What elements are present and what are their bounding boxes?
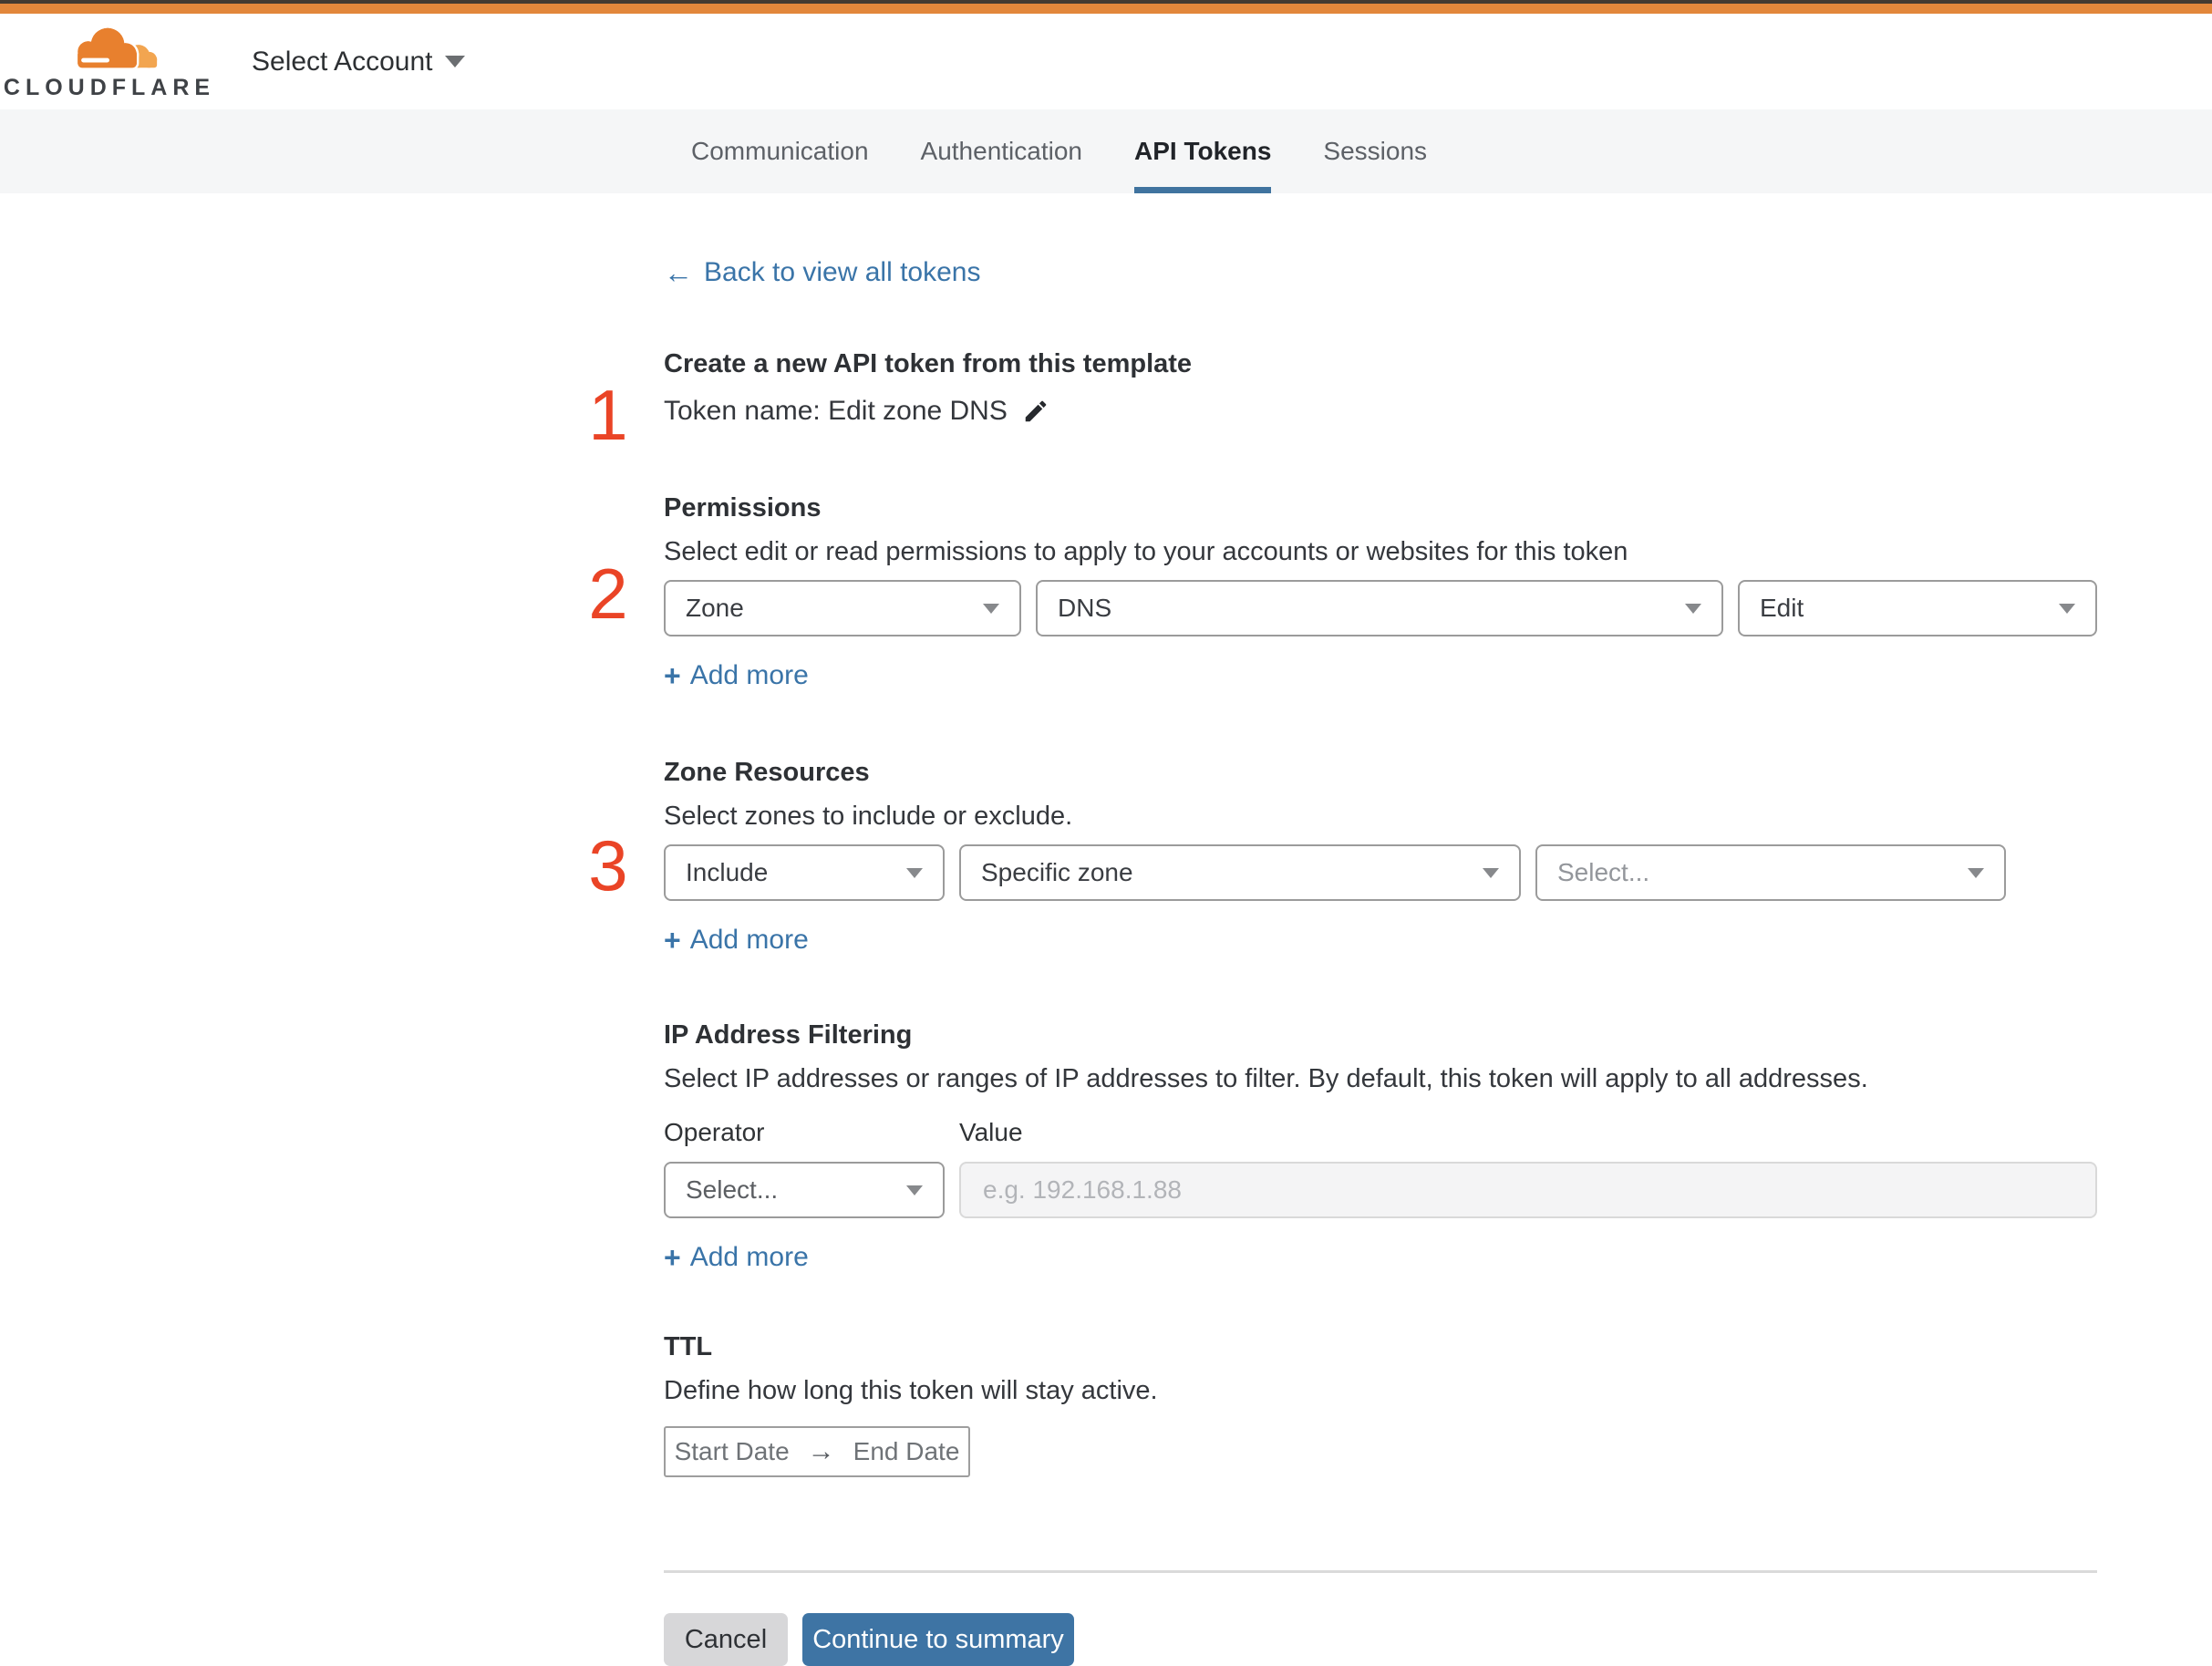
tab-bar: Communication Authentication API Tokens … — [0, 109, 2212, 193]
ttl-section: TTL Define how long this token will stay… — [664, 1331, 2097, 1477]
chevron-down-icon — [906, 1185, 923, 1195]
add-more-permission-button[interactable]: + Add more — [664, 660, 809, 691]
edit-pencil-icon[interactable] — [1022, 398, 1049, 425]
step-number-2: 2 — [588, 554, 628, 634]
account-selector[interactable]: Select Account — [252, 46, 466, 78]
token-name-section: 1 Create a new API token from this templ… — [588, 348, 2097, 450]
permissions-section: 2 Permissions Select edit or read permis… — [588, 492, 2097, 691]
ip-filtering-description: Select IP addresses or ranges of IP addr… — [664, 1064, 1868, 1093]
top-accent-bar — [0, 0, 2212, 14]
chevron-down-icon — [1968, 867, 1984, 878]
tab-api-tokens[interactable]: API Tokens — [1134, 109, 1272, 193]
chevron-down-icon — [983, 603, 999, 614]
back-arrow-icon: ← — [664, 256, 693, 289]
permission-scope-select[interactable]: Zone — [664, 580, 1021, 636]
zone-value-select[interactable]: Select... — [1535, 844, 2006, 901]
account-selector-label: Select Account — [252, 46, 433, 77]
start-date-label: Start Date — [674, 1437, 790, 1465]
ttl-description: Define how long this token will stay act… — [664, 1376, 1158, 1405]
back-link-label: Back to view all tokens — [704, 257, 981, 287]
plus-icon: + — [664, 1241, 681, 1274]
include-exclude-select[interactable]: Include — [664, 844, 945, 901]
step-number-3: 3 — [588, 825, 628, 905]
page-title: Create a new API token from this templat… — [664, 349, 1193, 378]
date-range-picker[interactable]: Start Date → End Date — [664, 1426, 970, 1477]
operator-label: Operator — [664, 1118, 765, 1146]
end-date-label: End Date — [853, 1437, 960, 1465]
chevron-down-icon — [2059, 603, 2075, 614]
add-more-ip-button[interactable]: + Add more — [664, 1242, 809, 1273]
plus-icon: + — [664, 924, 681, 957]
chevron-down-icon — [1483, 867, 1499, 878]
ip-value-input[interactable] — [959, 1162, 2097, 1218]
permission-level-select[interactable]: Edit — [1738, 580, 2097, 636]
chevron-down-icon — [1685, 603, 1701, 614]
tab-authentication[interactable]: Authentication — [921, 109, 1082, 193]
zone-resources-section: 3 Zone Resources Select zones to include… — [588, 757, 2097, 956]
footer-actions: Cancel Continue to summary — [664, 1613, 2097, 1666]
operator-select[interactable]: Select... — [664, 1162, 945, 1218]
step-number-1: 1 — [588, 375, 628, 455]
cloudflare-logo[interactable]: CLOUDFLARE — [4, 23, 210, 101]
cancel-button[interactable]: Cancel — [664, 1613, 788, 1666]
arrow-right-icon: → — [807, 1436, 835, 1466]
ttl-title: TTL — [664, 1332, 713, 1361]
tab-communication[interactable]: Communication — [691, 109, 869, 193]
logo-wordmark: CLOUDFLARE — [3, 74, 216, 100]
plus-icon: + — [664, 659, 681, 692]
ip-filtering-section: IP Address Filtering Select IP addresses… — [664, 1019, 2097, 1273]
permissions-description: Select edit or read permissions to apply… — [664, 537, 1628, 566]
tab-sessions[interactable]: Sessions — [1323, 109, 1427, 193]
token-name-text: Token name: Edit zone DNS — [664, 396, 1008, 426]
chevron-down-icon — [445, 56, 466, 67]
chevron-down-icon — [906, 867, 923, 878]
zone-scope-select[interactable]: Specific zone — [959, 844, 1521, 901]
back-link[interactable]: ← Back to view all tokens — [664, 257, 980, 288]
add-more-zone-button[interactable]: + Add more — [664, 925, 809, 956]
main-content: ← Back to view all tokens 1 Create a new… — [588, 193, 2097, 1666]
app-header: CLOUDFLARE Select Account — [0, 14, 2212, 109]
cloudflare-cloud-icon — [75, 25, 158, 70]
permissions-title: Permissions — [664, 493, 822, 523]
permission-group-select[interactable]: DNS — [1036, 580, 1723, 636]
value-label: Value — [959, 1118, 1023, 1146]
footer-divider — [664, 1570, 2097, 1573]
zone-resources-title: Zone Resources — [664, 758, 870, 787]
zone-resources-description: Select zones to include or exclude. — [664, 802, 1073, 831]
ip-filtering-title: IP Address Filtering — [664, 1020, 913, 1050]
continue-to-summary-button[interactable]: Continue to summary — [802, 1613, 1074, 1666]
